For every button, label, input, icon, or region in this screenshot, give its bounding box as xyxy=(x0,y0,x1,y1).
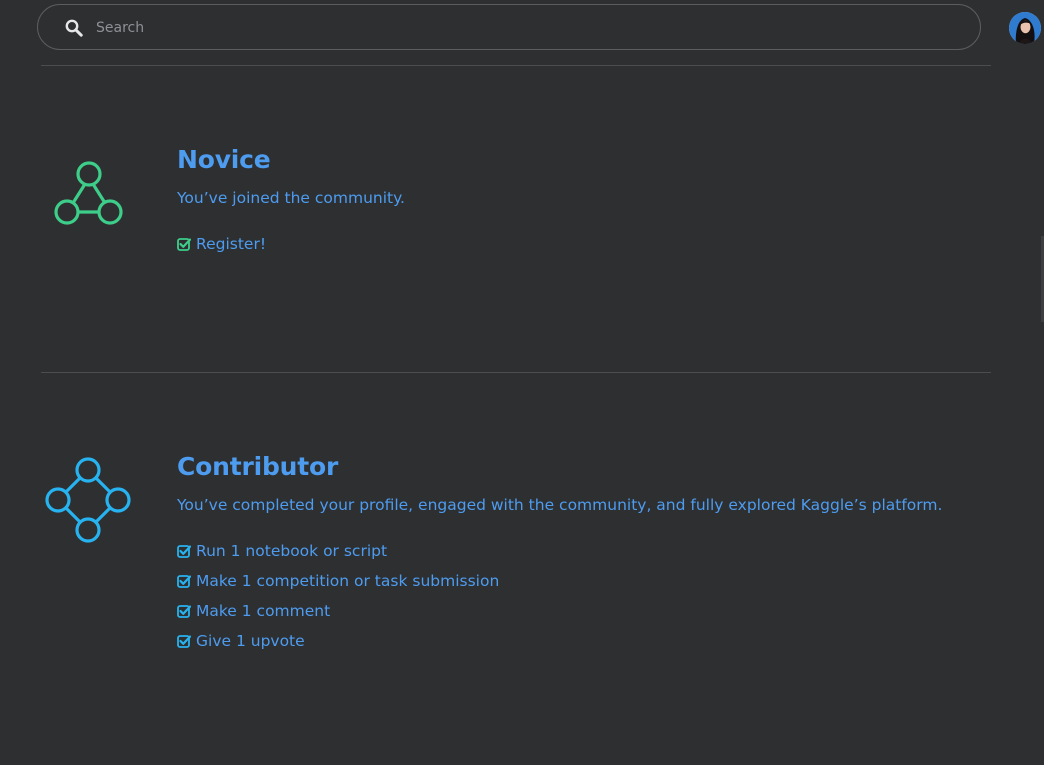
requirements-list: Run 1 notebook or script Make 1 competit… xyxy=(177,536,499,656)
requirement-item: Run 1 notebook or script xyxy=(177,536,499,566)
requirements-list: Register! xyxy=(177,229,266,259)
checkbox-checked-icon xyxy=(177,574,192,588)
tier-title: Novice xyxy=(177,145,271,174)
search-input[interactable] xyxy=(96,15,956,41)
checkbox-checked-icon xyxy=(177,604,192,618)
tier-divider xyxy=(41,372,991,373)
requirement-label: Make 1 comment xyxy=(196,602,331,620)
requirement-label: Give 1 upvote xyxy=(196,632,305,650)
novice-tier-icon xyxy=(54,161,124,232)
tier-description: You’ve completed your profile, engaged w… xyxy=(177,496,943,514)
requirement-item: Give 1 upvote xyxy=(177,626,499,656)
checkbox-checked-icon xyxy=(177,634,192,648)
header-divider xyxy=(41,65,991,66)
requirement-item: Make 1 competition or task submission xyxy=(177,566,499,596)
checkbox-checked-icon xyxy=(177,237,192,251)
progression-page: Novice You’ve joined the community. Regi… xyxy=(0,0,1044,765)
contributor-tier-icon xyxy=(45,456,133,551)
requirement-label: Make 1 competition or task submission xyxy=(196,572,500,590)
checkbox-checked-icon xyxy=(177,544,192,558)
requirement-label: Run 1 notebook or script xyxy=(196,542,388,560)
requirement-label: Register! xyxy=(196,235,267,253)
user-avatar[interactable] xyxy=(1009,12,1041,44)
search-bar[interactable] xyxy=(37,4,981,50)
tier-title: Contributor xyxy=(177,452,339,481)
requirement-item: Make 1 comment xyxy=(177,596,499,626)
tier-description: You’ve joined the community. xyxy=(177,189,405,207)
requirement-item: Register! xyxy=(177,229,266,259)
search-icon[interactable] xyxy=(64,18,84,38)
